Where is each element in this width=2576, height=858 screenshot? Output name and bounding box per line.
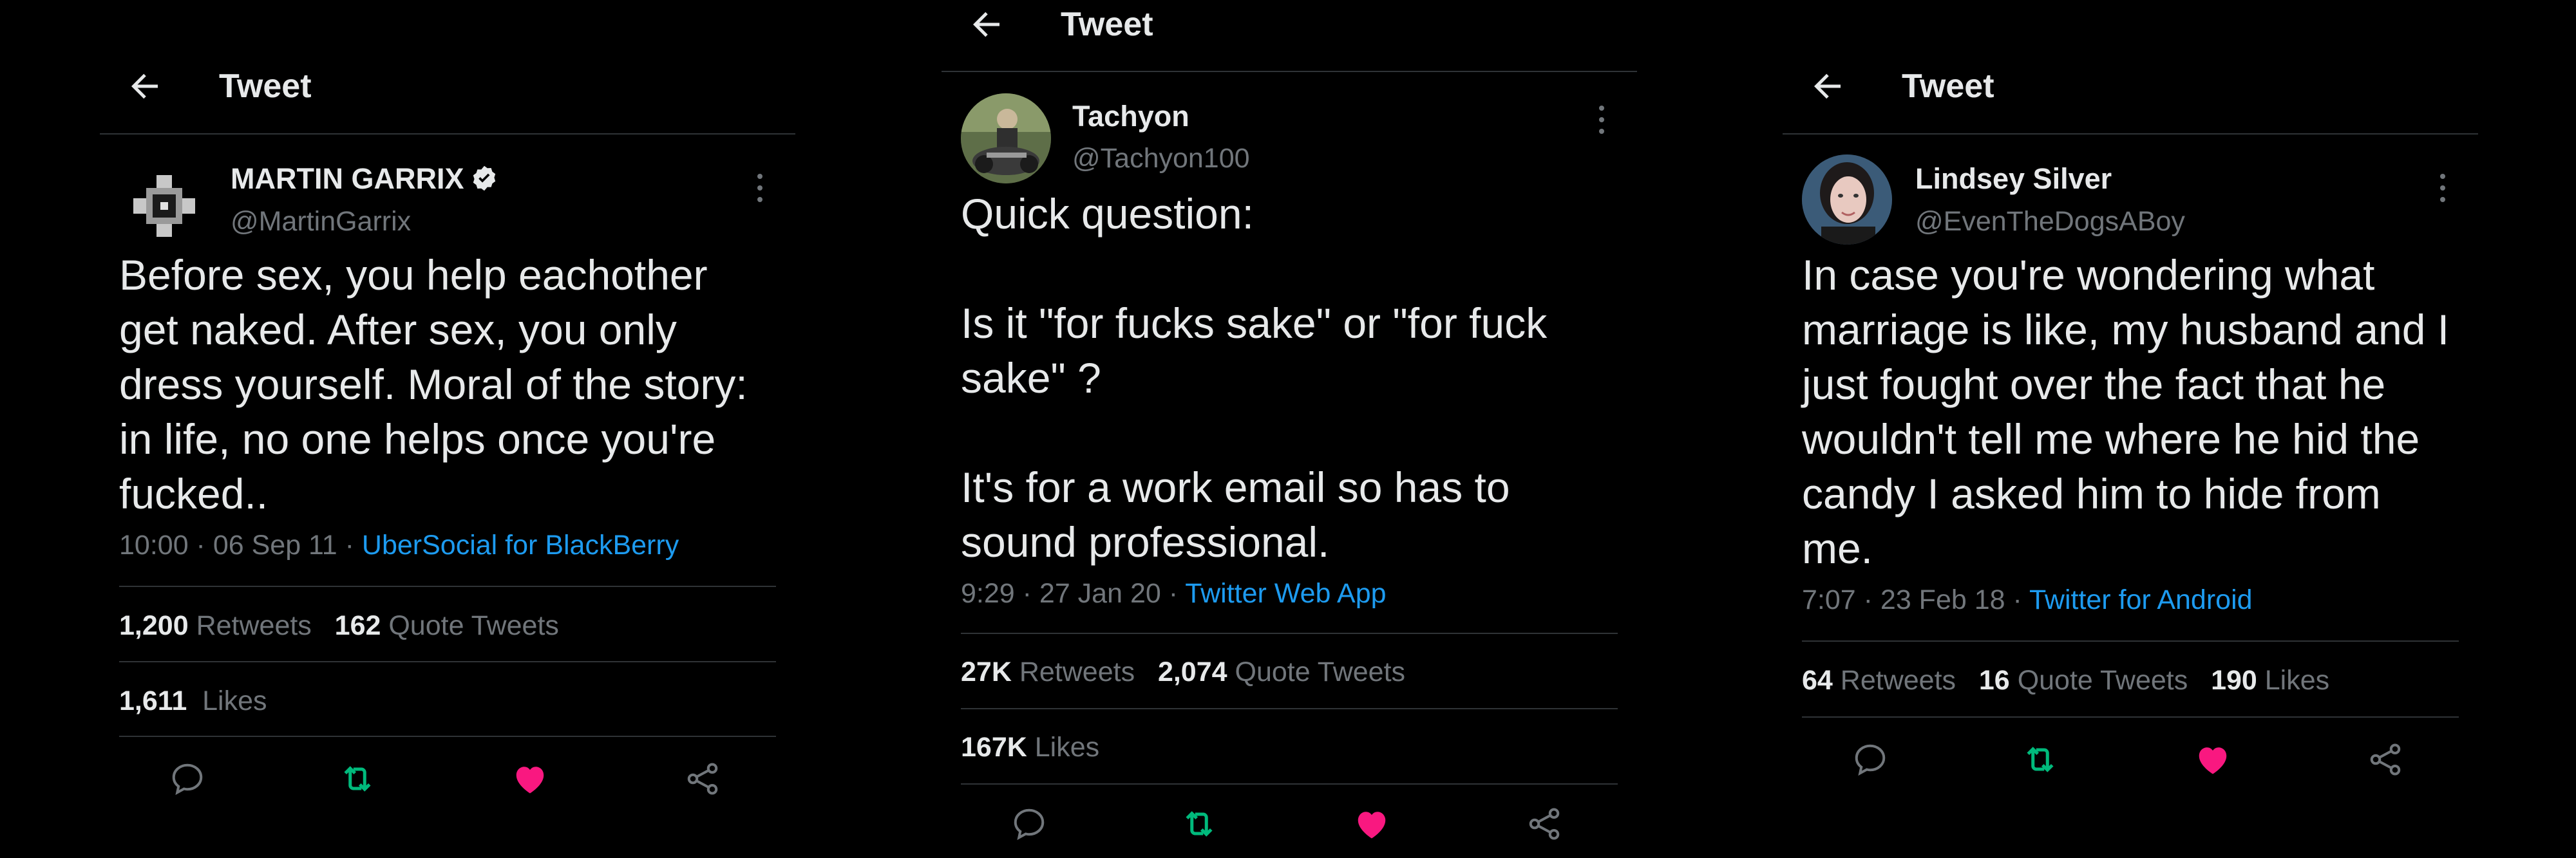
header-divider (100, 133, 795, 135)
quote-count-link[interactable]: 16 Quote Tweets (1979, 665, 2188, 696)
likes-divider (119, 736, 776, 737)
tweet-timestamp[interactable]: 9:29 · 27 Jan 20 (961, 578, 1161, 609)
tweet-timestamp[interactable]: 7:07 · 23 Feb 18 (1802, 584, 2005, 615)
retweet-count: 1,200 (119, 610, 189, 641)
retweet-icon[interactable] (1180, 805, 1218, 843)
back-arrow-icon[interactable] (1808, 67, 1847, 106)
tweet-source-link[interactable]: UberSocial for BlackBerry (362, 530, 679, 561)
retweet-stats: 27K Retweets 2,074 Quote Tweets (961, 657, 1405, 688)
reply-icon[interactable] (168, 760, 207, 798)
more-options-icon[interactable] (1597, 103, 1606, 136)
retweet-count: 64 (1802, 665, 1833, 696)
tweet-header: Tweet (942, 0, 1637, 77)
header-divider (942, 71, 1637, 72)
retweet-label: Retweets (196, 610, 312, 641)
tweet-header: Tweet (100, 51, 795, 129)
retweet-count: 27K (961, 657, 1012, 687)
like-stats[interactable]: 1,611 Likes (119, 685, 267, 717)
meta-divider (1802, 640, 2459, 642)
user-handle[interactable]: @Tachyon100 (1072, 143, 1250, 174)
tweet-timestamp[interactable]: 10:00 · 06 Sep 11 (119, 530, 337, 561)
like-count: 167K (961, 732, 1027, 763)
retweet-icon[interactable] (338, 760, 377, 798)
like-stats[interactable]: 167K Likes (961, 732, 1099, 763)
tweet-meta: 9:29 · 27 Jan 20 · Twitter Web App (961, 578, 1387, 609)
stats-divider (1802, 716, 2459, 718)
retweet-count-link[interactable]: 1,200 Retweets (119, 610, 312, 641)
retweet-icon[interactable] (2021, 740, 2060, 779)
meta-divider (119, 586, 776, 587)
quote-count: 2,074 (1157, 657, 1227, 687)
quote-label: Quote Tweets (1235, 657, 1406, 687)
header-title: Tweet (219, 68, 312, 105)
engagement-stats: 64 Retweets 16 Quote Tweets 190 Likes (1802, 665, 2329, 696)
tweet-panel-1: Tweet MARTIN GARRIX @MartinGarrix Before… (100, 51, 795, 858)
tweet-header: Tweet (1783, 51, 2478, 129)
quote-count: 162 (334, 610, 381, 641)
like-label: Likes (202, 685, 267, 716)
share-icon[interactable] (1525, 805, 1564, 843)
share-icon[interactable] (2366, 740, 2405, 779)
retweet-count-link[interactable]: 64 Retweets (1802, 665, 1956, 696)
retweet-label: Retweets (1840, 665, 1956, 696)
back-arrow-icon[interactable] (126, 67, 164, 106)
meta-divider (961, 633, 1618, 634)
header-divider (1783, 133, 2478, 135)
user-handle[interactable]: @EvenTheDogsABoy (1915, 206, 2185, 238)
like-count: 190 (2211, 665, 2257, 696)
retweet-stats: 1,200 Retweets 162 Quote Tweets (119, 610, 559, 642)
tweet-source-link[interactable]: Twitter for Android (2029, 584, 2253, 615)
likes-divider (961, 783, 1618, 785)
reply-icon[interactable] (1851, 740, 1889, 779)
tweet-text: Before sex, you help eachother get naked… (119, 251, 748, 518)
tweet-panel-2: Tweet Tachyon @Tachyon100 Quick question… (942, 0, 1637, 858)
tweet-source-link[interactable]: Twitter Web App (1185, 578, 1386, 609)
reply-icon[interactable] (1010, 805, 1048, 843)
verified-badge-icon (473, 165, 496, 191)
like-label: Likes (1034, 732, 1100, 763)
like-heart-icon[interactable] (1352, 805, 1391, 843)
like-count-link[interactable]: 190 Likes (2211, 665, 2329, 696)
stats-divider (961, 708, 1618, 709)
like-label: Likes (2264, 665, 2330, 696)
like-heart-icon[interactable] (511, 760, 549, 798)
quote-label: Quote Tweets (2017, 665, 2188, 696)
quote-label: Quote Tweets (388, 610, 559, 641)
share-icon[interactable] (683, 760, 722, 798)
quote-count: 16 (1978, 665, 2010, 696)
more-options-icon[interactable] (2438, 171, 2447, 205)
quote-count-link[interactable]: 2,074 Quote Tweets (1158, 657, 1405, 687)
avatar[interactable] (119, 161, 209, 251)
back-arrow-icon[interactable] (967, 5, 1006, 44)
display-name-text: MARTIN GARRIX (231, 162, 464, 195)
display-name[interactable]: Lindsey Silver (1915, 162, 2112, 196)
stats-divider (119, 661, 776, 662)
tweet-meta: 7:07 · 23 Feb 18 · Twitter for Android (1802, 584, 2253, 615)
display-name[interactable]: MARTIN GARRIX (231, 162, 498, 196)
more-options-icon[interactable] (755, 171, 764, 205)
like-heart-icon[interactable] (2193, 740, 2232, 779)
header-title: Tweet (1902, 68, 1994, 105)
quote-count-link[interactable]: 162 Quote Tweets (335, 610, 559, 641)
retweet-label: Retweets (1019, 657, 1135, 687)
user-handle[interactable]: @MartinGarrix (231, 206, 411, 238)
avatar[interactable] (961, 93, 1051, 183)
like-count: 1,611 (119, 685, 187, 716)
avatar[interactable] (1802, 154, 1892, 245)
display-name[interactable]: Tachyon (1072, 100, 1189, 133)
tweet-text: Quick question: Is it "for fucks sake" o… (961, 190, 1548, 566)
retweet-count-link[interactable]: 27K Retweets (961, 657, 1135, 687)
tweet-meta: 10:00 · 06 Sep 11 · UberSocial for Black… (119, 530, 679, 561)
tweet-panel-3: Tweet Lindsey Silver @EvenTheDogsABoy In… (1783, 51, 2478, 858)
header-title: Tweet (1061, 6, 1153, 43)
tweet-text: In case you're wondering what marriage i… (1802, 251, 2450, 572)
